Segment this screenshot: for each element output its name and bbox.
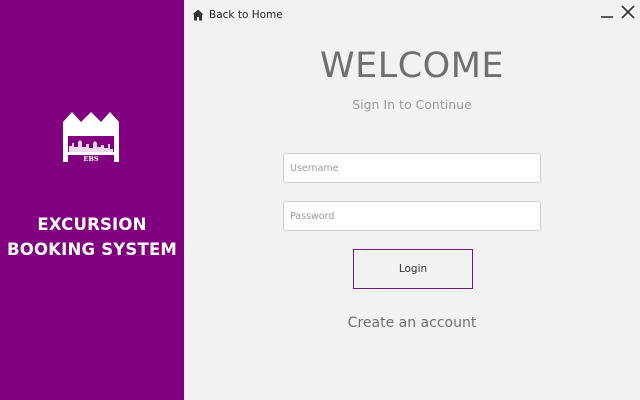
brand-line-2: BOOKING SYSTEM <box>6 240 178 259</box>
app-brand: EXCURSION BOOKING SYSTEM <box>0 212 184 262</box>
home-icon <box>192 9 204 21</box>
sidebar: EBS EXCURSION BOOKING SYSTEM <box>0 0 184 400</box>
password-field[interactable] <box>283 201 541 231</box>
brand-line-1: EXCURSION <box>37 215 147 234</box>
login-panel: Back to Home WELCOME Sign In to Continue… <box>184 0 640 400</box>
back-to-home-label: Back to Home <box>209 9 283 21</box>
close-button[interactable] <box>620 4 636 20</box>
login-button[interactable]: Login <box>353 249 473 289</box>
minimize-button[interactable] <box>599 4 615 20</box>
username-field[interactable] <box>283 153 541 183</box>
close-icon <box>621 5 635 19</box>
login-button-label: Login <box>398 263 428 275</box>
create-account-link[interactable]: Create an account <box>184 315 640 331</box>
ebs-logo-icon: EBS <box>59 106 123 168</box>
svg-text:EBS: EBS <box>83 155 98 163</box>
minimize-icon <box>601 16 613 18</box>
page-subtitle: Sign In to Continue <box>352 97 472 112</box>
page-title: WELCOME <box>319 46 505 86</box>
back-to-home-link[interactable]: Back to Home <box>192 7 283 23</box>
